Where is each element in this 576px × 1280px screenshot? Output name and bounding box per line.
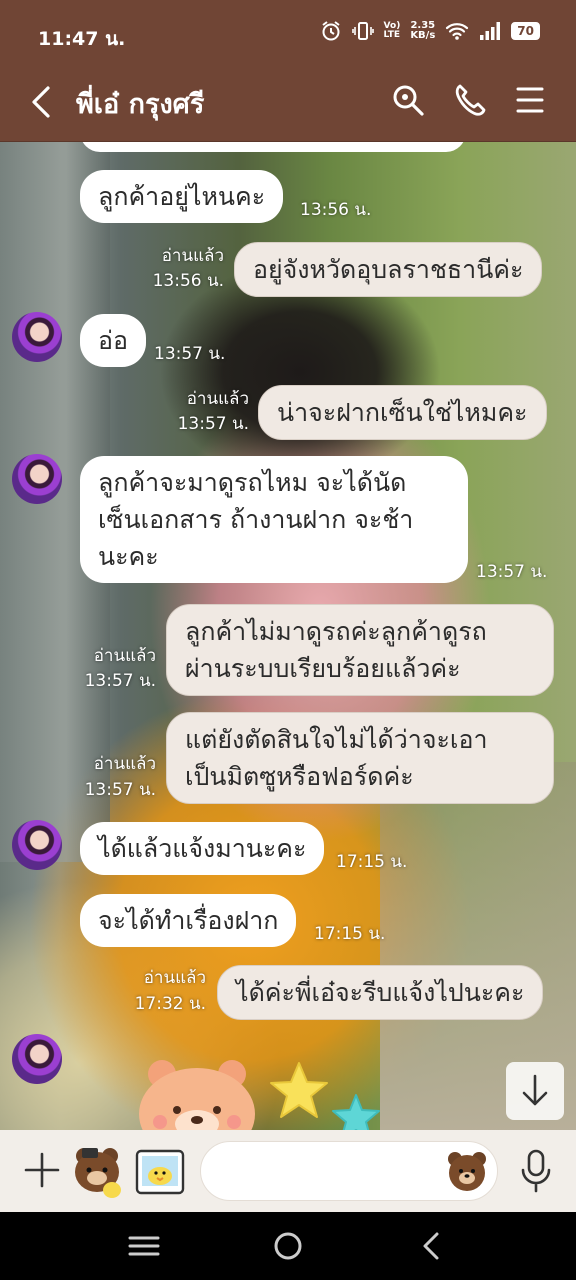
message-time: 17:15 น. <box>314 924 386 944</box>
network-speed: 2.35 KB/s <box>410 20 436 41</box>
message-bubble-in[interactable]: ลูกค้าจะมาดูรถไหม จะได้นัด เซ็นเอกสาร ถ้… <box>80 456 468 583</box>
back-nav-icon[interactable] <box>412 1226 452 1266</box>
message-line: ผ่านระบบเรียบร้อยแล้วค่ะ <box>185 654 461 683</box>
message-time: 13:57 น. <box>84 780 156 800</box>
navigation-bar <box>0 1212 576 1280</box>
status-icons: Vo) LTE 2.35 KB/s 70 <box>320 20 540 42</box>
status-time: 11:47 น. <box>38 28 126 50</box>
message-line: แต่ยังตัดสินใจไม่ได้ว่าจะเอา <box>185 725 488 754</box>
message-time: 13:56 น. <box>300 200 372 220</box>
message-bubble-in[interactable]: ลูกค้าอยู่ไหนคะ <box>80 170 284 223</box>
chat-header: พี่เอ๋ กรุงศรี <box>0 66 576 142</box>
avatar[interactable] <box>12 820 62 870</box>
message-bubble-clipped[interactable] <box>80 142 466 152</box>
message-bubble-out[interactable]: แต่ยังตัดสินใจไม่ได้ว่าจะเอา เป็นมิตซูหร… <box>166 712 554 804</box>
message-bubble-out[interactable]: อยู่จังหวัดอุบลราชธานีค่ะ <box>234 242 543 297</box>
search-icon[interactable] <box>388 80 428 120</box>
message-line: นะคะ <box>98 542 159 571</box>
avatar[interactable] <box>12 312 62 362</box>
message-bubble-in[interactable]: อ่อ <box>80 314 147 367</box>
read-receipt: อ่านแล้ว <box>186 389 249 409</box>
plus-icon[interactable] <box>22 1150 62 1190</box>
message-line: เป็นมิตซูหรือฟอร์ดค่ะ <box>185 762 414 791</box>
status-bar: 11:47 น. Vo) LTE 2.35 KB/s 70 <box>0 0 576 66</box>
read-receipt: อ่านแล้ว <box>161 246 224 266</box>
message-time: 13:56 น. <box>152 271 224 291</box>
vibrate-icon <box>351 22 374 40</box>
chat-title[interactable]: พี่เอ๋ กรุงศรี <box>76 82 204 125</box>
message-bubble-out[interactable]: ลูกค้าไม่มาดูรถค่ะลูกค้าดูรถ ผ่านระบบเรี… <box>166 604 554 696</box>
read-receipt: อ่านแล้ว <box>143 968 206 988</box>
star-sticker <box>270 1062 328 1118</box>
phone-icon[interactable] <box>450 80 490 120</box>
message-time: 13:57 น. <box>476 562 548 582</box>
message-line: ลูกค้าจะมาดูรถไหม จะได้นัด <box>98 468 407 497</box>
gallery-icon[interactable] <box>134 1146 186 1198</box>
menu-icon[interactable] <box>510 80 550 120</box>
home-icon[interactable] <box>268 1226 308 1266</box>
bear-sticker <box>139 1060 255 1130</box>
message-line: ลูกค้าไม่มาดูรถค่ะลูกค้าดูรถ <box>185 617 487 646</box>
chat-area[interactable]: ลูกค้าอยู่ไหนคะ 13:56 น. อ่านแล้ว 13:56 … <box>0 142 576 1130</box>
alarm-icon <box>321 21 340 41</box>
microphone-icon[interactable] <box>516 1148 556 1194</box>
avatar[interactable] <box>12 1034 62 1084</box>
message-bubble-out[interactable]: น่าจะฝากเซ็นใช่ไหมคะ <box>258 385 547 440</box>
emoji-icon[interactable] <box>446 1150 488 1192</box>
message-time: 17:32 น. <box>134 994 206 1014</box>
recent-apps-icon[interactable] <box>124 1226 164 1266</box>
signal-icon <box>480 22 501 40</box>
scroll-down-button[interactable] <box>506 1062 564 1120</box>
message-composer <box>0 1130 576 1212</box>
avatar[interactable] <box>12 454 62 504</box>
message-time: 17:15 น. <box>336 852 408 872</box>
sticker-icon[interactable] <box>68 1142 126 1200</box>
lte-indicator: Vo) LTE <box>383 21 401 40</box>
back-icon[interactable] <box>24 82 60 122</box>
star-sticker <box>332 1094 380 1130</box>
read-receipt: อ่านแล้ว <box>93 754 156 774</box>
message-line: เซ็นเอกสาร ถ้างานฝาก จะช้า <box>98 505 414 534</box>
battery-indicator: 70 <box>511 22 540 40</box>
wifi-icon <box>446 23 469 40</box>
message-time: 13:57 น. <box>84 671 156 691</box>
read-receipt: อ่านแล้ว <box>93 646 156 666</box>
message-time: 13:57 น. <box>177 414 249 434</box>
message-bubble-out[interactable]: ได้ค่ะพี่เอ๋จะรีบแจ้งไปนะคะ <box>217 965 544 1020</box>
message-bubble-in[interactable]: ได้แล้วแจ้งมานะคะ <box>80 822 325 875</box>
message-time: 13:57 น. <box>154 344 226 364</box>
message-bubble-in[interactable]: จะได้ทำเรื่องฝาก <box>80 894 297 947</box>
